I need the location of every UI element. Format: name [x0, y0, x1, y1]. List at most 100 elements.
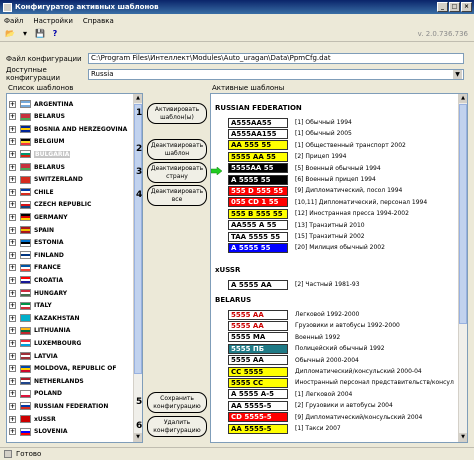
template-row[interactable]: A 5555 55 [6] Военный прицеп 1994: [228, 174, 376, 185]
expand-icon[interactable]: +: [9, 176, 16, 184]
close-button[interactable]: ×: [461, 2, 472, 12]
country-name: SPAIN: [34, 226, 55, 234]
expand-icon[interactable]: +: [9, 201, 16, 209]
expand-icon[interactable]: +: [9, 327, 16, 335]
expand-icon[interactable]: +: [9, 390, 16, 398]
available-configs-row: Доступные конфигурации Russia ▼: [6, 66, 464, 82]
template-row[interactable]: 055 CD 1 55 [10,11] Дипломатический, перс…: [228, 197, 427, 208]
template-row[interactable]: AA 5555-5 [2] Грузовики и автобусы 2004: [228, 400, 393, 411]
template-row[interactable]: 555 B 555 55 [12] Иностранная пресса 1994…: [228, 208, 409, 219]
expand-icon[interactable]: +: [9, 150, 16, 158]
expand-icon[interactable]: +: [9, 289, 16, 297]
template-row[interactable]: A555AA55 [1] Обычный 1994: [228, 117, 352, 128]
action-button[interactable]: Деактивировать страну: [147, 162, 207, 183]
expand-icon[interactable]: +: [9, 125, 16, 133]
template-description: [2] Прицеп 1994: [295, 153, 347, 161]
plate-sample: 555 D 555 55: [228, 185, 288, 196]
template-row[interactable]: 5555 CC Иностранный персонал представител…: [228, 377, 454, 388]
template-row[interactable]: 5555AA 55 [5] Военный обычный 1994: [228, 163, 381, 174]
scroll-up-icon[interactable]: ▲: [459, 94, 467, 103]
window-title: Конфигуратор активных шаблонов: [15, 3, 159, 11]
expand-icon[interactable]: +: [9, 113, 16, 121]
template-row[interactable]: AA 5555-5 [1] Такси 2007: [228, 423, 341, 434]
template-row[interactable]: 5555 AA Грузовики и автобусы 1992-2000: [228, 320, 400, 331]
expand-icon[interactable]: +: [9, 264, 16, 272]
template-row[interactable]: A 5555 AA [2] Частный 1981-93: [228, 279, 360, 290]
country-name: LITHUANIA: [34, 327, 71, 335]
flag-icon: [20, 263, 31, 272]
expand-icon[interactable]: +: [9, 188, 16, 196]
template-description: Обычный 2000-2004: [295, 356, 359, 364]
flag-icon: [20, 137, 31, 146]
template-row[interactable]: A555AA155 [1] Обычный 2005: [228, 128, 352, 139]
config-file-input[interactable]: C:\Program Files\Интеллект\Modules\Auto_…: [88, 53, 464, 64]
template-row[interactable]: AA 555 55 [1] Общественный транспорт 2002: [228, 140, 406, 151]
template-row[interactable]: CC 5555 Дипломатический/консульский 2000-…: [228, 366, 422, 377]
plate-sample: A 5555 55: [228, 242, 288, 253]
expand-icon[interactable]: +: [9, 302, 16, 310]
menu-settings[interactable]: Настройки: [33, 17, 73, 25]
action-button[interactable]: Сохранить конфигурацию: [147, 392, 207, 413]
template-row[interactable]: A 5555 A-5 [1] Легковой 2004: [228, 389, 352, 400]
expand-icon[interactable]: +: [9, 100, 16, 108]
action-button[interactable]: Активировать шаблон(ы): [147, 103, 207, 124]
template-row[interactable]: 5555 AA Легковой 1992-2000: [228, 309, 359, 320]
country-name: POLAND: [34, 390, 62, 398]
chevron-down-icon[interactable]: ▼: [453, 69, 462, 79]
expand-icon[interactable]: +: [9, 339, 16, 347]
menu-file[interactable]: Файл: [4, 17, 23, 25]
template-row[interactable]: 5555 MA Военный 1992: [228, 332, 340, 343]
flag-icon: [20, 100, 31, 108]
action-button[interactable]: Удалить конфигурацию: [147, 416, 207, 437]
country-item[interactable]: + SLOVENIA: [9, 425, 68, 439]
template-row[interactable]: 5555 AA 55 [2] Прицеп 1994: [228, 151, 347, 162]
expand-icon[interactable]: +: [9, 239, 16, 247]
scroll-down-icon[interactable]: ▼: [134, 433, 142, 442]
minimize-button[interactable]: _: [437, 2, 448, 12]
expand-icon[interactable]: +: [9, 213, 16, 221]
flag-icon: [20, 377, 31, 386]
expand-icon[interactable]: +: [9, 365, 16, 373]
maximize-button[interactable]: □: [449, 2, 460, 12]
menu-help[interactable]: Справка: [83, 17, 114, 25]
expand-icon[interactable]: +: [9, 428, 16, 436]
country-name: ESTONIA: [34, 239, 64, 247]
expand-icon[interactable]: +: [9, 163, 16, 171]
country-name: NETHERLANDS: [34, 377, 84, 385]
toolbar: 📂 ▾ 💾 ?: [0, 27, 474, 42]
expand-icon[interactable]: +: [9, 226, 16, 234]
expand-icon[interactable]: +: [9, 138, 16, 146]
template-description: [1] Обычный 1994: [295, 119, 352, 126]
template-tree[interactable]: + ARGENTINA + BELARUS + BOSNIA AND HERZEGOVIN…: [6, 93, 143, 443]
plate-sample: TAA 5555 55: [228, 231, 288, 242]
expand-icon[interactable]: +: [9, 415, 16, 423]
expand-icon[interactable]: +: [9, 402, 16, 410]
save-icon[interactable]: 💾: [34, 28, 46, 40]
action-button[interactable]: Деактивировать все: [147, 185, 207, 206]
expand-icon[interactable]: +: [9, 352, 16, 360]
template-description: [10,11] Дипломатический, персонал 1994: [295, 198, 428, 206]
template-row[interactable]: 5555 ПБ Полицейский обычный 1992: [228, 343, 385, 354]
template-row[interactable]: CD 5555-5 [9] Дипломатический/консульский…: [228, 412, 422, 423]
flag-icon: [20, 326, 31, 335]
country-name: CHILE: [34, 188, 54, 196]
expand-icon[interactable]: +: [9, 377, 16, 385]
template-row[interactable]: A 5555 55 [20] Милиция обычный 2002: [228, 242, 385, 253]
action-button[interactable]: Деактивировать шаблон: [147, 139, 207, 160]
dropdown-arrow-icon[interactable]: ▾: [19, 28, 31, 40]
scroll-up-icon[interactable]: ▲: [134, 94, 142, 103]
active-templates-scrollbar[interactable]: ▲ ▼: [458, 94, 467, 442]
available-configs-select[interactable]: Russia ▼: [88, 68, 464, 80]
expand-icon[interactable]: +: [9, 314, 16, 322]
template-row[interactable]: 5555 AA Обычный 2000-2004: [228, 355, 359, 366]
scroll-thumb[interactable]: [459, 104, 467, 324]
expand-icon[interactable]: +: [9, 251, 16, 259]
template-row[interactable]: AA555 A 55 [13] Транзитный 2010: [228, 220, 365, 231]
template-row[interactable]: 555 D 555 55 [9] Дипломатический, посол 1…: [228, 185, 402, 196]
expand-icon[interactable]: +: [9, 276, 16, 284]
help-icon[interactable]: ?: [49, 28, 61, 40]
template-row[interactable]: TAA 5555 55 [15] Транзитный 2002: [228, 231, 365, 242]
open-folder-icon[interactable]: 📂: [4, 28, 16, 40]
flag-icon: [20, 175, 31, 184]
scroll-down-icon[interactable]: ▼: [459, 433, 467, 442]
